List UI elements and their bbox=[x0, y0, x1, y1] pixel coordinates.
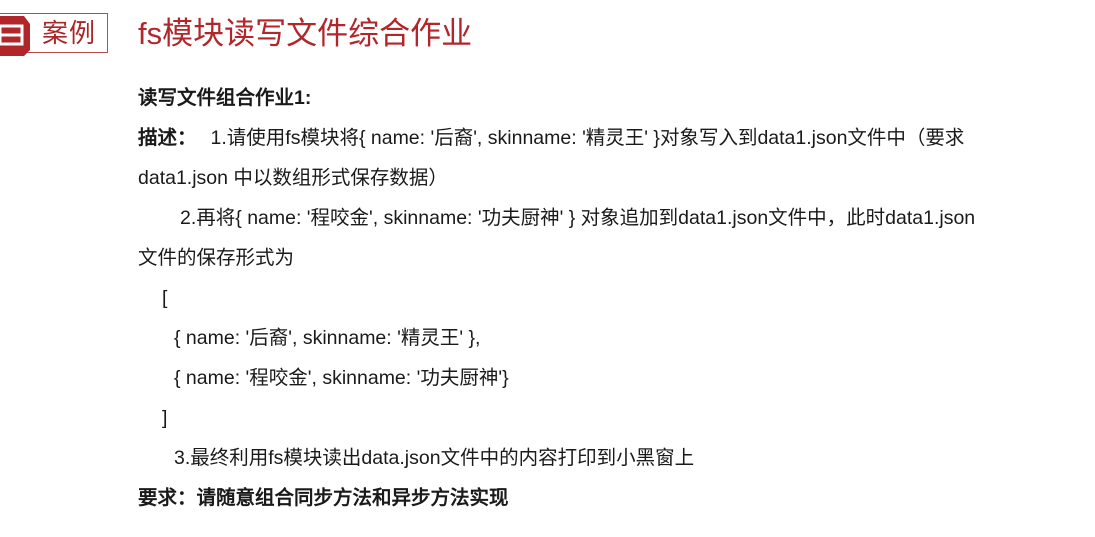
assignment-heading: 读写文件组合作业1: bbox=[138, 87, 312, 109]
assignment-content: 读写文件组合作业1: 描述： 1.请使用fs模块将{ name: '后裔', sk… bbox=[138, 78, 1078, 518]
step3-line: 3.最终利用fs模块读出data.json文件中的内容打印到小黑窗上 bbox=[174, 447, 695, 469]
code-close-bracket: ] bbox=[162, 407, 168, 429]
step2-line1: 2.再将{ name: '程咬金', skinname: '功夫厨神' } 对象… bbox=[180, 207, 976, 229]
code-item-2: { name: '程咬金', skinname: '功夫厨神'} bbox=[174, 367, 509, 389]
step1-line1: 描述： 1.请使用fs模块将{ name: '后裔', skinname: '精灵… bbox=[138, 118, 1078, 158]
desc-label: 描述： bbox=[138, 127, 197, 149]
requirement-line: 要求：请随意组合同步方法和异步方法实现 bbox=[138, 487, 509, 509]
step1-line2: data1.json 中以数组形式保存数据） bbox=[138, 167, 448, 189]
step2-line2: 文件的保存形式为 bbox=[138, 247, 295, 269]
code-item-1: { name: '后裔', skinname: '精灵王' }, bbox=[174, 327, 481, 349]
page-title: fs模块读写文件综合作业 bbox=[138, 16, 473, 51]
case-tag-label: 案例 bbox=[42, 18, 97, 48]
step1-text: 1.请使用fs模块将{ name: '后裔', skinname: '精灵王' … bbox=[210, 127, 965, 149]
code-open-bracket: [ bbox=[162, 287, 168, 309]
book-icon bbox=[0, 16, 30, 56]
